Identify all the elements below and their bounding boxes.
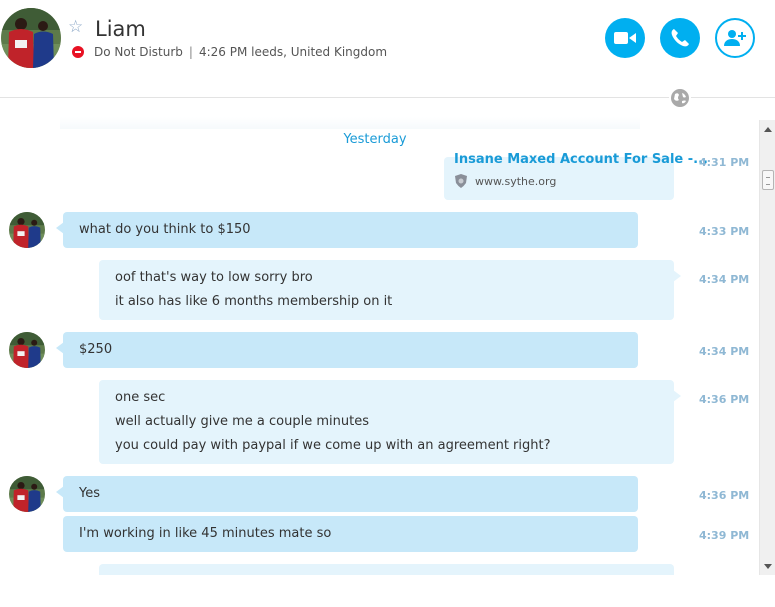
link-title[interactable]: Insane Maxed Account For Sale -...	[454, 152, 708, 167]
scroll-down-arrow-icon[interactable]	[760, 559, 775, 573]
add-people-button[interactable]	[715, 18, 755, 58]
message-bubble-outgoing[interactable]: one sec well actually give me a couple m…	[99, 380, 681, 464]
message-bubble-incoming[interactable]: $250	[56, 332, 638, 368]
conversation-header: ☆ Liam Do Not Disturb | 4:26 PM leeds, U…	[0, 0, 775, 98]
message-text: oof that's way to low sorry bro	[115, 270, 313, 285]
date-separator: Yesterday	[343, 132, 407, 147]
message-text: what do you think to $150	[79, 222, 251, 237]
message-time: 4:33 PM	[699, 225, 750, 238]
status-divider: |	[188, 45, 193, 59]
link-domain: www.sythe.org	[475, 174, 557, 188]
message-time: 4:34 PM	[699, 345, 750, 358]
sender-avatar[interactable]	[9, 212, 45, 248]
phone-icon	[671, 29, 689, 47]
add-person-icon	[724, 30, 746, 46]
message-bubble-outgoing[interactable]	[99, 564, 674, 575]
message-list: Yesterday Insane Maxed Account For Sale …	[0, 99, 759, 575]
message-text: I'm working in like 45 minutes mate so	[79, 526, 332, 541]
message-text: it also has like 6 months membership on …	[115, 294, 393, 309]
message-time: 4:36 PM	[699, 489, 750, 502]
message-bubble-incoming[interactable]: I'm working in like 45 minutes mate so	[63, 516, 638, 552]
local-time: 4:26 PM leeds, United Kingdom	[198, 45, 388, 59]
message-text: Yes	[79, 486, 100, 501]
message-time: 4:31 PM	[699, 156, 750, 169]
history-fade	[60, 117, 640, 129]
message-text: you could pay with paypal if we come up …	[115, 438, 551, 453]
link-domain-row: www.sythe.org	[454, 174, 556, 188]
sender-avatar[interactable]	[9, 332, 45, 368]
message-text: $250	[79, 342, 113, 357]
message-text: one sec	[115, 390, 166, 405]
audio-call-button[interactable]	[660, 18, 700, 58]
message-time: 4:36 PM	[699, 393, 750, 406]
scroll-thumb[interactable]	[762, 170, 774, 190]
star-outline-icon[interactable]: ☆	[68, 17, 83, 37]
message-bubble-outgoing[interactable]: oof that's way to low sorry bro it also …	[99, 260, 681, 320]
video-camera-icon	[614, 32, 636, 44]
message-bubble-incoming[interactable]: Yes	[56, 476, 638, 512]
link-preview-bubble[interactable]: Insane Maxed Account For Sale -... www.s…	[444, 152, 708, 200]
status-text: Do Not Disturb	[94, 45, 183, 59]
message-time: 4:34 PM	[699, 273, 750, 286]
contact-status-row: Do Not Disturb | 4:26 PM leeds, United K…	[72, 44, 387, 60]
sender-avatar[interactable]	[9, 476, 45, 512]
contact-avatar[interactable]	[1, 8, 61, 68]
message-text: well actually give me a couple minutes	[115, 414, 369, 429]
shield-icon	[455, 174, 467, 188]
scroll-up-arrow-icon[interactable]	[760, 122, 775, 136]
message-bubble-incoming[interactable]: what do you think to $150	[56, 212, 638, 248]
message-time: 4:39 PM	[699, 529, 750, 542]
contact-name[interactable]: Liam	[95, 16, 146, 42]
do-not-disturb-icon	[72, 46, 84, 58]
video-call-button[interactable]	[605, 18, 645, 58]
conversation-scrollbar[interactable]	[759, 120, 775, 575]
